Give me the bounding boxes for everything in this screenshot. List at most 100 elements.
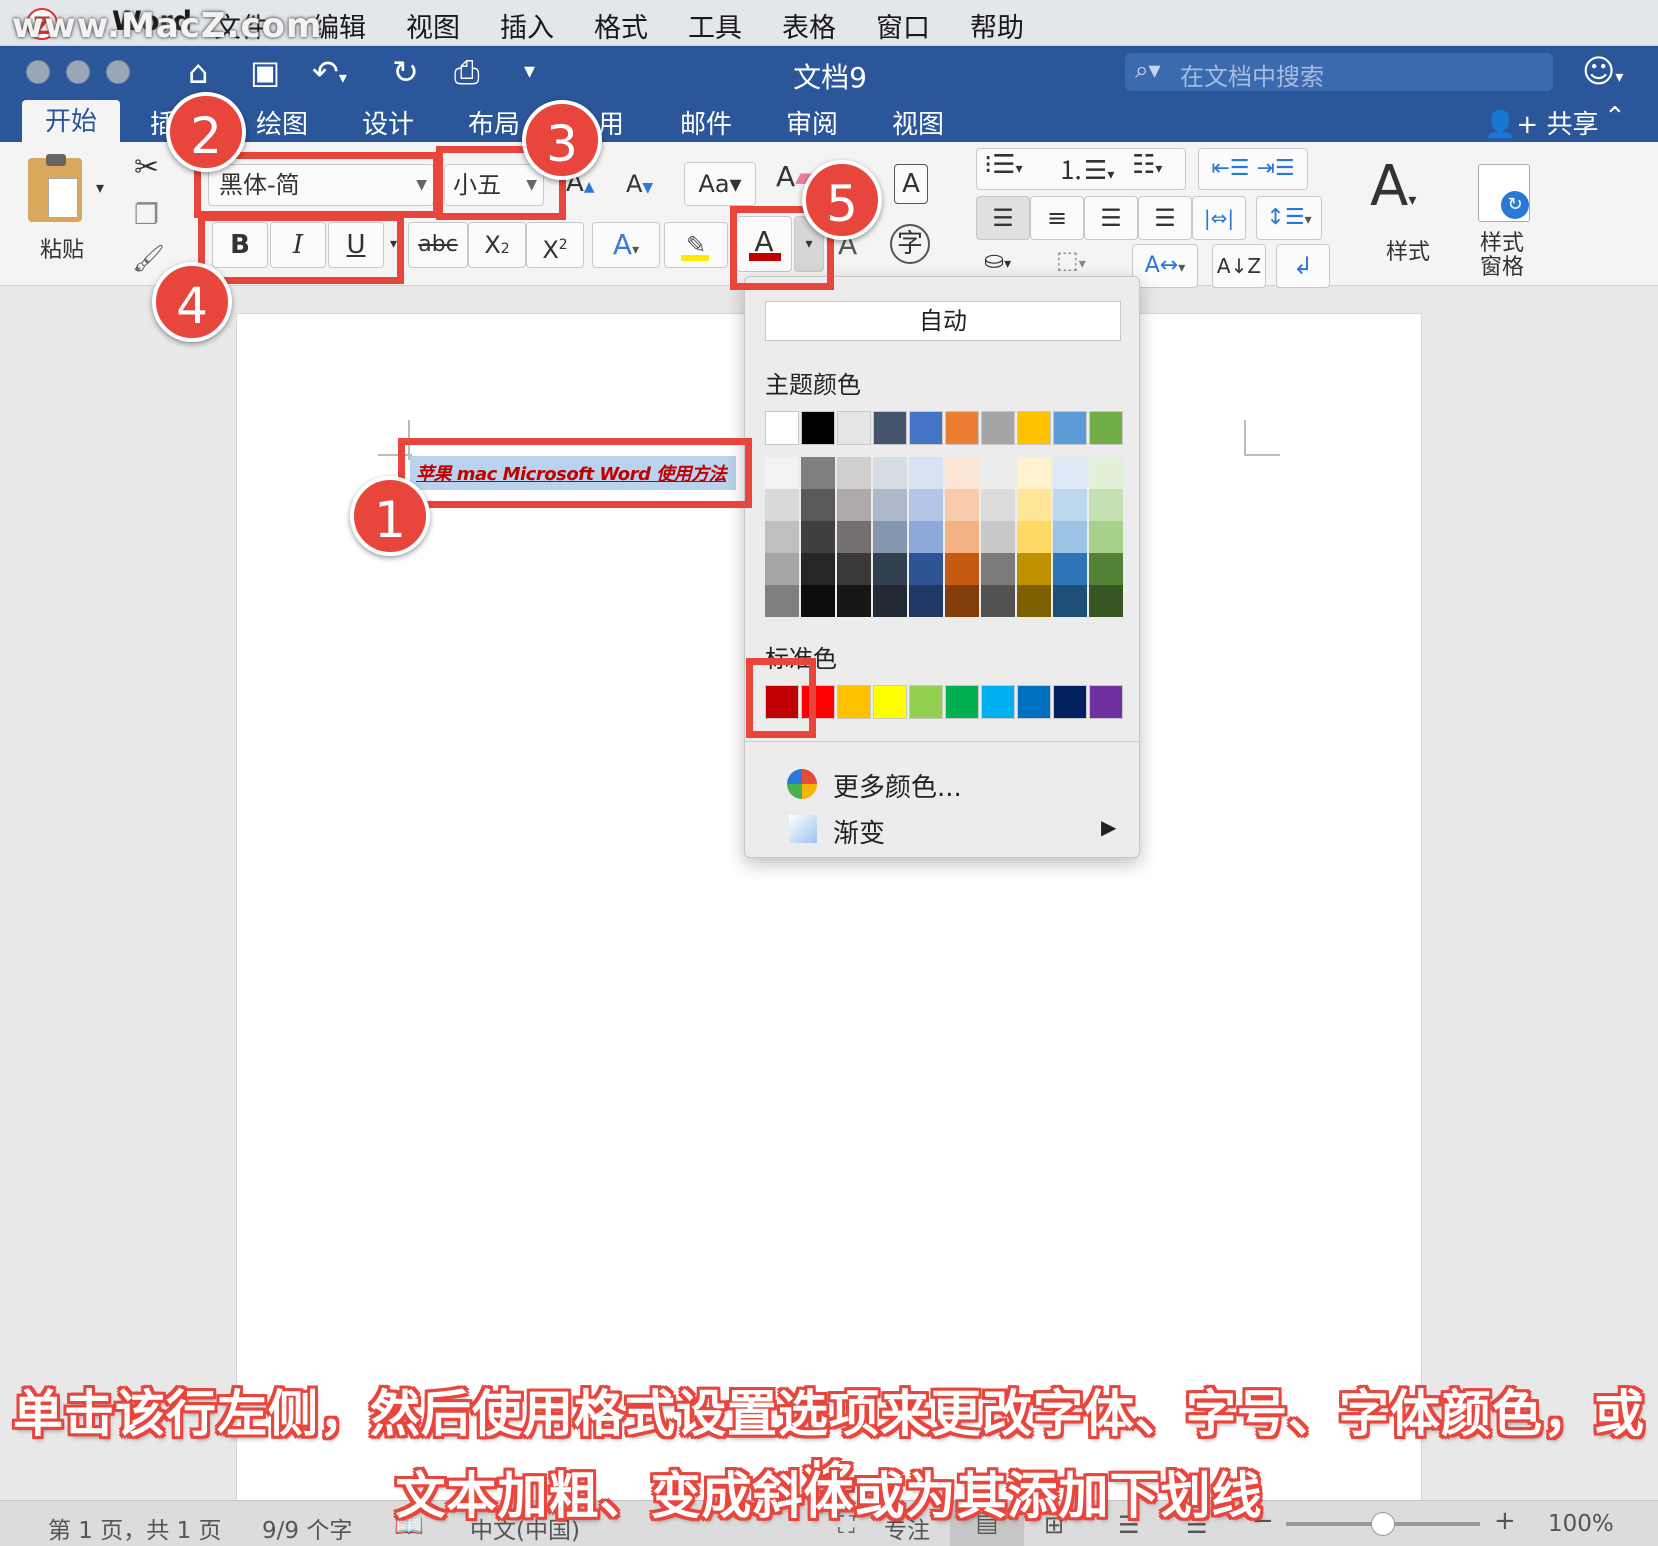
menu-format[interactable]: 格式 xyxy=(594,6,648,45)
theme-shade-swatch[interactable] xyxy=(981,489,1015,521)
theme-shade-swatch[interactable] xyxy=(801,585,835,617)
styles-pane-icon[interactable]: ↻ xyxy=(1478,164,1530,222)
standard-color-swatch[interactable] xyxy=(1017,685,1051,719)
copy-icon[interactable]: ❐ xyxy=(134,198,159,231)
theme-shade-swatch[interactable] xyxy=(1017,457,1051,489)
menu-tools[interactable]: 工具 xyxy=(688,6,742,45)
theme-shade-swatch[interactable] xyxy=(945,457,979,489)
format-painter-icon[interactable]: 🖌 xyxy=(132,244,165,274)
asian-layout-icon[interactable]: A↔▾ xyxy=(1132,244,1198,288)
tab-references[interactable]: 用 xyxy=(598,104,624,141)
theme-shade-swatch[interactable] xyxy=(1017,521,1051,553)
standard-color-swatch[interactable] xyxy=(1053,685,1087,719)
standard-color-swatch[interactable] xyxy=(837,685,871,719)
menu-window[interactable]: 窗口 xyxy=(876,6,930,45)
theme-shade-swatch[interactable] xyxy=(1089,553,1123,585)
tab-draw[interactable]: 绘图 xyxy=(256,104,308,141)
theme-shade-swatch[interactable] xyxy=(873,585,907,617)
theme-shade-swatch[interactable] xyxy=(765,457,799,489)
theme-shade-swatch[interactable] xyxy=(837,521,871,553)
theme-shade-swatch[interactable] xyxy=(1089,489,1123,521)
theme-shade-swatch[interactable] xyxy=(765,489,799,521)
zoom-window-button[interactable] xyxy=(106,60,130,84)
theme-shade-swatch[interactable] xyxy=(873,489,907,521)
home-icon[interactable]: ⌂ xyxy=(188,54,208,90)
undo-icon[interactable]: ↶▾ xyxy=(312,54,347,96)
theme-shade-swatch[interactable] xyxy=(945,489,979,521)
line-spacing-icon[interactable]: ↕☰▾ xyxy=(1256,196,1322,240)
theme-shade-swatch[interactable] xyxy=(801,457,835,489)
theme-shade-swatch[interactable] xyxy=(1053,585,1087,617)
theme-shade-swatch[interactable] xyxy=(801,553,835,585)
theme-shade-swatch[interactable] xyxy=(981,457,1015,489)
standard-color-swatch[interactable] xyxy=(945,685,979,719)
superscript-button[interactable]: X2 xyxy=(526,222,584,268)
redo-icon[interactable]: ↻ xyxy=(392,54,419,90)
theme-shade-swatch[interactable] xyxy=(909,585,943,617)
theme-shade-swatch[interactable] xyxy=(1017,553,1051,585)
align-center-icon[interactable]: ≡ xyxy=(1030,196,1084,240)
standard-color-swatch[interactable] xyxy=(1089,685,1123,719)
theme-shade-swatch[interactable] xyxy=(981,521,1015,553)
theme-shade-swatch[interactable] xyxy=(765,585,799,617)
theme-shade-swatch[interactable] xyxy=(909,553,943,585)
tab-home[interactable]: 开始 xyxy=(22,100,120,144)
menu-insert[interactable]: 插入 xyxy=(500,6,554,45)
theme-shade-swatch[interactable] xyxy=(765,521,799,553)
theme-shade-swatch[interactable] xyxy=(837,553,871,585)
sort-icon[interactable]: A↓Z xyxy=(1212,244,1266,288)
theme-color-swatch[interactable] xyxy=(1089,411,1123,445)
print-icon[interactable]: ⎙ xyxy=(454,54,480,90)
show-formatting-icon[interactable]: ↲ xyxy=(1276,244,1330,288)
text-box-icon[interactable]: A xyxy=(894,164,928,204)
standard-color-swatch[interactable] xyxy=(981,685,1015,719)
tab-mailings[interactable]: 邮件 xyxy=(680,104,732,141)
change-case-icon[interactable]: Aa▾ xyxy=(684,162,756,206)
theme-shade-swatch[interactable] xyxy=(765,553,799,585)
styles-icon[interactable]: A▾ xyxy=(1370,154,1416,219)
theme-shade-swatch[interactable] xyxy=(981,553,1015,585)
theme-shade-swatch[interactable] xyxy=(873,521,907,553)
subscript-button[interactable]: X2 xyxy=(468,222,526,268)
theme-color-swatch[interactable] xyxy=(1017,411,1051,445)
theme-shade-swatch[interactable] xyxy=(945,521,979,553)
theme-shade-swatch[interactable] xyxy=(981,585,1015,617)
paste-dropdown-icon[interactable]: ▾ xyxy=(96,178,104,197)
theme-color-swatch[interactable] xyxy=(1053,411,1087,445)
more-colors-item[interactable]: 更多颜色... xyxy=(833,767,962,804)
numbering-icon[interactable]: ⒈☰▾ xyxy=(1058,150,1114,187)
close-window-button[interactable] xyxy=(26,60,50,84)
theme-shade-swatch[interactable] xyxy=(1089,585,1123,617)
highlight-icon[interactable]: ✎ xyxy=(664,222,728,268)
theme-shade-swatch[interactable] xyxy=(909,489,943,521)
feedback-smile-icon[interactable]: ☺▾ xyxy=(1582,52,1623,90)
theme-color-swatch[interactable] xyxy=(801,411,835,445)
theme-shade-swatch[interactable] xyxy=(1089,521,1123,553)
menu-table[interactable]: 表格 xyxy=(782,6,836,45)
distributed-icon[interactable]: |⇔| xyxy=(1192,196,1246,240)
theme-shade-swatch[interactable] xyxy=(1089,457,1123,489)
theme-shade-swatch[interactable] xyxy=(1017,489,1051,521)
menu-help[interactable]: 帮助 xyxy=(970,6,1024,45)
share-button[interactable]: 👤+ 共享 xyxy=(1484,104,1598,141)
tab-review[interactable]: 审阅 xyxy=(786,104,838,141)
theme-shade-swatch[interactable] xyxy=(837,457,871,489)
theme-shade-swatch[interactable] xyxy=(1017,585,1051,617)
theme-shade-swatch[interactable] xyxy=(1053,489,1087,521)
theme-color-swatch[interactable] xyxy=(873,411,907,445)
justify-icon[interactable]: ☰ xyxy=(1138,196,1192,240)
multilevel-list-icon[interactable]: ☷▾ xyxy=(1132,150,1162,180)
enclose-characters-icon[interactable]: 字 xyxy=(890,224,930,264)
theme-shade-swatch[interactable] xyxy=(1053,521,1087,553)
align-right-icon[interactable]: ☰ xyxy=(1084,196,1138,240)
automatic-color-button[interactable]: 自动 xyxy=(765,301,1121,341)
standard-color-swatch[interactable] xyxy=(873,685,907,719)
theme-shade-swatch[interactable] xyxy=(801,489,835,521)
gradient-item[interactable]: 渐变 xyxy=(833,813,885,850)
theme-shade-swatch[interactable] xyxy=(801,521,835,553)
menu-view[interactable]: 视图 xyxy=(406,6,460,45)
cut-icon[interactable]: ✂ xyxy=(134,150,159,185)
theme-color-swatch[interactable] xyxy=(945,411,979,445)
decrease-indent-icon[interactable]: ⇤☰ xyxy=(1211,156,1249,181)
tab-design[interactable]: 设计 xyxy=(362,104,414,141)
